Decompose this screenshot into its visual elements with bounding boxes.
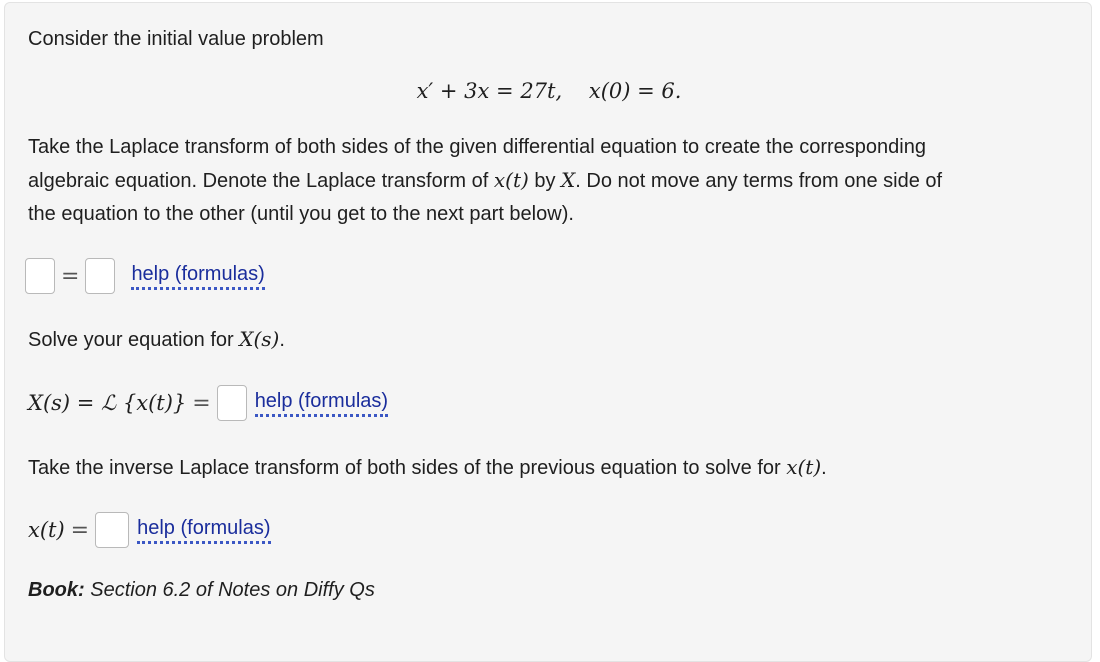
part1-math-xt: x(t) — [493, 168, 529, 192]
equation-lhs: x′ + 3x — [416, 79, 490, 103]
part3-answer-row: x(t) = help (formulas) — [28, 512, 271, 548]
part3-equals: = — [70, 517, 90, 543]
part2-lhs: X(s) = ℒ {x(t)} — [28, 391, 187, 415]
part2-text: Solve your equation for — [28, 329, 234, 351]
help-formulas-link-2[interactable]: help (formulas) — [254, 390, 389, 417]
x-of-t-answer-box[interactable] — [95, 512, 130, 548]
ivp-equation: x′ + 3x = 27t, x(0) = 6. — [5, 79, 1093, 103]
book-text: Section 6.2 of Notes on Diffy Qs — [90, 579, 375, 601]
part1-math-X: X — [561, 168, 576, 192]
part1-line1: Take the Laplace transform of both sides… — [28, 136, 926, 158]
equation-equals: = — [496, 79, 514, 103]
part2-equals: = — [192, 390, 211, 416]
part1-instructions: Take the Laplace transform of both sides… — [28, 131, 1078, 231]
X-of-s-answer-box[interactable] — [216, 385, 247, 421]
part2-period: . — [279, 329, 285, 351]
part3-instructions: Take the inverse Laplace transform of bo… — [28, 451, 827, 485]
book-reference: Book: Section 6.2 of Notes on Diffy Qs — [28, 579, 375, 602]
help-formulas-link-1[interactable]: help (formulas) — [131, 263, 265, 290]
part1-equals: = — [61, 263, 80, 289]
initial-condition: x(0) = 6. — [588, 79, 682, 103]
part1-line2-a: algebraic equation. Denote the Laplace t… — [28, 170, 489, 192]
part1-answer-row: = help (formulas) — [25, 258, 265, 294]
intro-text: Consider the initial value problem — [28, 28, 324, 50]
part2-math: X(s) — [239, 327, 280, 351]
part3-text: Take the inverse Laplace transform of bo… — [28, 457, 781, 479]
part3-lhs: x(t) — [28, 518, 65, 542]
part2-instructions: Solve your equation for X(s). — [28, 323, 285, 357]
help-formulas-link-3[interactable]: help (formulas) — [137, 517, 271, 544]
equation-rhs: 27t, — [520, 79, 563, 103]
part3-math: x(t) — [786, 455, 822, 479]
part1-line2-c: . Do not move any terms from one side of — [575, 170, 943, 192]
part3-period: . — [821, 457, 827, 479]
laplace-rhs-answer-box[interactable] — [85, 258, 116, 294]
problem-panel: Consider the initial value problem x′ + … — [4, 2, 1092, 662]
book-label: Book: — [28, 579, 85, 601]
laplace-lhs-answer-box[interactable] — [25, 258, 55, 294]
part1-line3: the equation to the other (until you get… — [28, 203, 574, 225]
part2-answer-row: X(s) = ℒ {x(t)} = help (formulas) — [28, 385, 389, 421]
part1-line2-b: by — [534, 170, 556, 192]
